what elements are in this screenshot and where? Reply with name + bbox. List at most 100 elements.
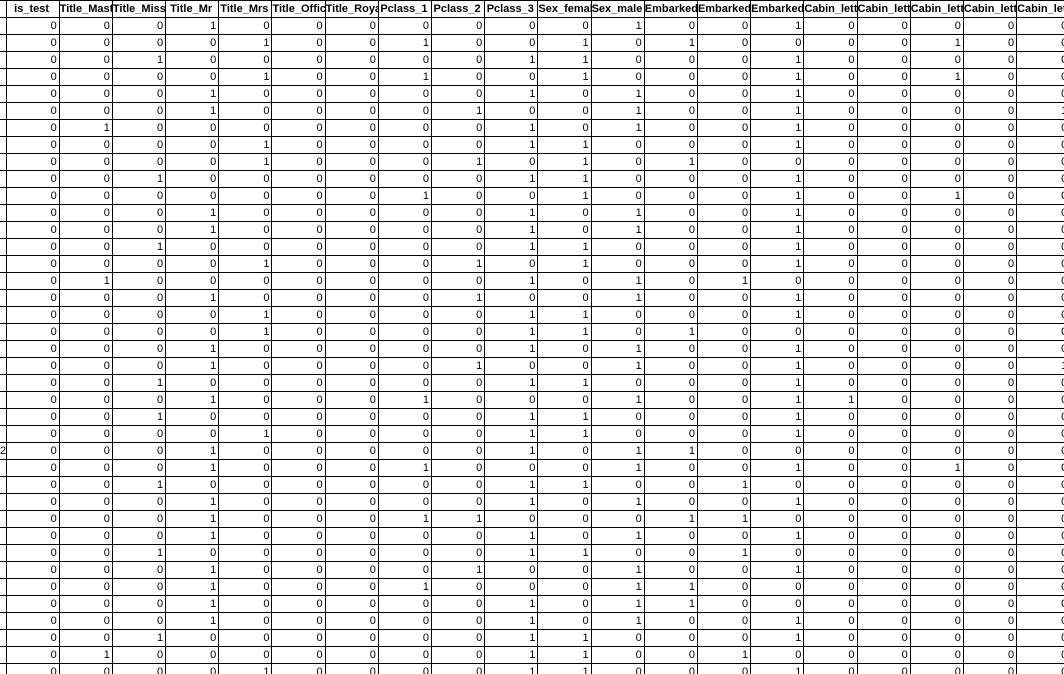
cell[interactable]: 0 xyxy=(963,18,1016,35)
cell[interactable]: 0 xyxy=(112,443,165,460)
cell[interactable]: 0 xyxy=(432,545,485,562)
cell[interactable]: 0 xyxy=(485,562,538,579)
cell[interactable]: 0 xyxy=(697,239,750,256)
cell[interactable]: 0 xyxy=(697,392,750,409)
column-header[interactable]: Pclass_2 xyxy=(432,1,485,18)
cell[interactable]: 0 xyxy=(219,103,272,120)
cell[interactable]: 0 xyxy=(378,18,431,35)
cell[interactable]: 0 xyxy=(910,477,963,494)
cell[interactable]: 0 xyxy=(804,273,857,290)
cell[interactable]: 0 xyxy=(963,205,1016,222)
cell[interactable]: 0 xyxy=(272,154,325,171)
cell[interactable]: 1 xyxy=(751,460,804,477)
cell[interactable]: 0 xyxy=(963,630,1016,647)
column-header[interactable]: Cabin_letter_C xyxy=(910,1,963,18)
cell[interactable]: 0 xyxy=(485,579,538,596)
column-header[interactable]: Cabin_letter_D xyxy=(963,1,1016,18)
cell[interactable]: 0 xyxy=(272,188,325,205)
cell[interactable]: 0 xyxy=(59,324,112,341)
cell[interactable]: 0 xyxy=(325,460,378,477)
cell[interactable]: 1 xyxy=(1017,103,1064,120)
cell[interactable]: 1 xyxy=(166,86,219,103)
cell[interactable]: 1 xyxy=(112,52,165,69)
cell[interactable]: 0 xyxy=(219,171,272,188)
cell[interactable]: 0 xyxy=(6,460,59,477)
cell[interactable]: 0 xyxy=(325,18,378,35)
cell[interactable]: 0 xyxy=(112,324,165,341)
cell[interactable]: 0 xyxy=(112,222,165,239)
cell[interactable]: 0 xyxy=(1017,341,1064,358)
cell[interactable]: 0 xyxy=(697,341,750,358)
cell[interactable]: 0 xyxy=(325,188,378,205)
cell[interactable]: 0 xyxy=(6,69,59,86)
cell[interactable]: 0 xyxy=(697,120,750,137)
cell[interactable]: 0 xyxy=(272,256,325,273)
cell[interactable]: 0 xyxy=(697,154,750,171)
cell[interactable]: 0 xyxy=(272,647,325,664)
cell[interactable]: 0 xyxy=(963,358,1016,375)
cell[interactable]: 1 xyxy=(697,545,750,562)
cell[interactable]: 1 xyxy=(166,392,219,409)
cell[interactable]: 0 xyxy=(59,613,112,630)
cell[interactable]: 0 xyxy=(325,35,378,52)
cell[interactable]: 0 xyxy=(485,154,538,171)
cell[interactable]: 0 xyxy=(644,18,697,35)
cell[interactable]: 0 xyxy=(591,477,644,494)
cell[interactable]: 0 xyxy=(112,392,165,409)
cell[interactable]: 0 xyxy=(485,460,538,477)
cell[interactable]: 0 xyxy=(644,494,697,511)
cell[interactable]: 0 xyxy=(432,52,485,69)
cell[interactable]: 0 xyxy=(59,528,112,545)
cell[interactable]: 1 xyxy=(485,477,538,494)
column-header[interactable]: Cabin_letter_E xyxy=(1017,1,1064,18)
cell[interactable]: 0 xyxy=(59,494,112,511)
cell[interactable]: 0 xyxy=(538,18,591,35)
cell[interactable]: 0 xyxy=(644,460,697,477)
cell[interactable]: 0 xyxy=(538,596,591,613)
cell[interactable]: 0 xyxy=(591,188,644,205)
cell[interactable]: 0 xyxy=(910,273,963,290)
cell[interactable]: 0 xyxy=(751,596,804,613)
cell[interactable]: 0 xyxy=(857,154,910,171)
cell[interactable]: 0 xyxy=(644,239,697,256)
cell[interactable]: 0 xyxy=(1017,171,1064,188)
cell[interactable]: 0 xyxy=(751,154,804,171)
cell[interactable]: 0 xyxy=(272,494,325,511)
cell[interactable]: 0 xyxy=(963,137,1016,154)
cell[interactable]: 0 xyxy=(272,511,325,528)
cell[interactable]: 0 xyxy=(325,596,378,613)
cell[interactable]: 1 xyxy=(219,154,272,171)
cell[interactable]: 0 xyxy=(325,86,378,103)
cell[interactable]: 0 xyxy=(219,596,272,613)
cell[interactable]: 0 xyxy=(378,494,431,511)
cell[interactable]: 0 xyxy=(112,154,165,171)
cell[interactable]: 0 xyxy=(6,290,59,307)
cell[interactable]: 0 xyxy=(432,426,485,443)
cell[interactable]: 0 xyxy=(378,52,431,69)
cell[interactable]: 0 xyxy=(591,239,644,256)
cell[interactable]: 0 xyxy=(166,545,219,562)
cell[interactable]: 0 xyxy=(697,562,750,579)
cell[interactable]: 0 xyxy=(644,120,697,137)
cell[interactable]: 0 xyxy=(1017,239,1064,256)
cell[interactable]: 1 xyxy=(751,86,804,103)
column-header[interactable]: Sex_female xyxy=(538,1,591,18)
cell[interactable]: 0 xyxy=(963,562,1016,579)
cell[interactable]: 1 xyxy=(697,273,750,290)
cell[interactable]: 0 xyxy=(644,307,697,324)
cell[interactable]: 0 xyxy=(697,358,750,375)
cell[interactable]: 0 xyxy=(432,69,485,86)
cell[interactable]: 0 xyxy=(6,545,59,562)
cell[interactable]: 1 xyxy=(751,307,804,324)
cell[interactable]: 0 xyxy=(857,477,910,494)
cell[interactable]: 1 xyxy=(166,443,219,460)
cell[interactable]: 0 xyxy=(6,154,59,171)
cell[interactable]: 0 xyxy=(644,205,697,222)
cell[interactable]: 0 xyxy=(644,375,697,392)
cell[interactable]: 0 xyxy=(804,596,857,613)
cell[interactable]: 0 xyxy=(432,35,485,52)
cell[interactable]: 0 xyxy=(325,171,378,188)
cell[interactable]: 0 xyxy=(804,69,857,86)
cell[interactable]: 0 xyxy=(432,239,485,256)
cell[interactable]: 0 xyxy=(644,545,697,562)
